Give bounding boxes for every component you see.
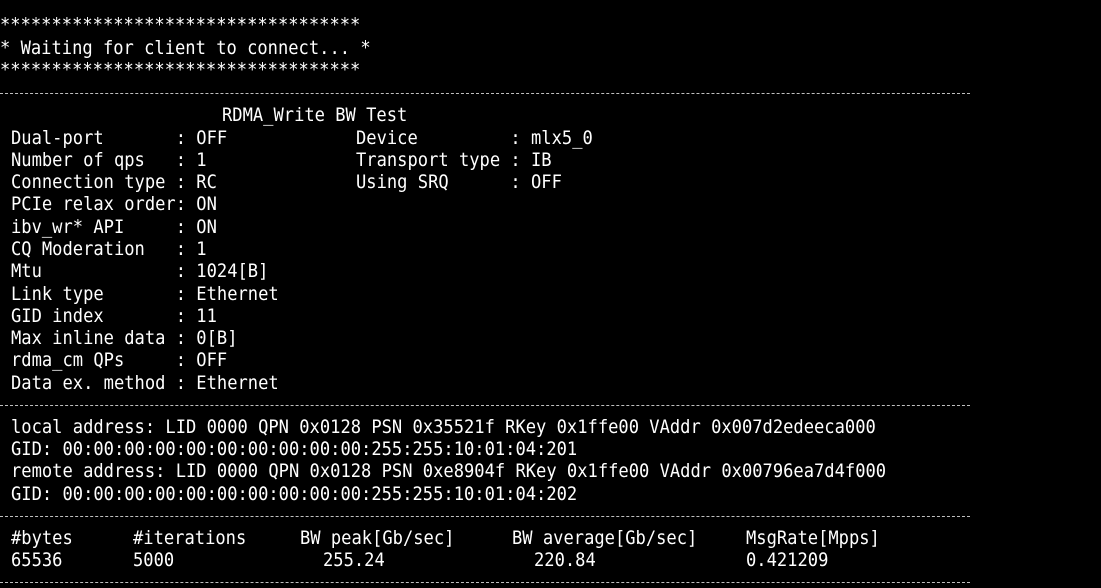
param-line: Mtu : 1024[B] (11, 260, 269, 282)
param-line: rdma_cm QPs : OFF (11, 349, 228, 371)
results-value: 255.24 (323, 549, 385, 571)
param-line: Data ex. method : Ethernet (11, 372, 279, 394)
param-line: Dual-port : OFF (11, 127, 228, 149)
separator-line (0, 582, 970, 583)
param-line: ibv_wr* API : ON (11, 216, 217, 238)
results-value: 5000 (133, 549, 175, 571)
banner-line: * Waiting for client to connect... * (0, 37, 371, 59)
separator-line (0, 405, 970, 406)
param-line: PCIe relax order: ON (11, 193, 217, 215)
banner-line: *********************************** (0, 14, 361, 36)
param-line: Connection type : RC (11, 171, 217, 193)
results-header: #bytes (11, 527, 73, 549)
test-title: RDMA_Write BW Test (222, 104, 408, 126)
terminal-window[interactable]: *********************************** * Wa… (0, 0, 1101, 588)
results-header: MsgRate[Mpps] (746, 527, 880, 549)
results-header: BW average[Gb/sec] (512, 527, 698, 549)
separator-line (0, 516, 970, 517)
results-header: BW peak[Gb/sec] (300, 527, 455, 549)
param-line: Device : mlx5_0 (356, 127, 593, 149)
param-line: CQ Moderation : 1 (11, 238, 207, 260)
results-header: #iterations (133, 527, 247, 549)
address-line: remote address: LID 0000 QPN 0x0128 PSN … (11, 460, 887, 482)
param-line: GID index : 11 (11, 305, 217, 327)
address-line: local address: LID 0000 QPN 0x0128 PSN 0… (11, 416, 876, 438)
param-line: Max inline data : 0[B] (11, 327, 238, 349)
separator-line (0, 93, 970, 94)
address-line: GID: 00:00:00:00:00:00:00:00:00:00:255:2… (11, 483, 578, 505)
results-value: 0.421209 (746, 549, 829, 571)
address-line: GID: 00:00:00:00:00:00:00:00:00:00:255:2… (11, 438, 578, 460)
param-line: Using SRQ : OFF (356, 171, 562, 193)
param-line: Link type : Ethernet (11, 283, 279, 305)
banner-line: *********************************** (0, 59, 361, 81)
results-value: 220.84 (534, 549, 596, 571)
param-line: Transport type : IB (356, 149, 552, 171)
param-line: Number of qps : 1 (11, 149, 207, 171)
results-value: 65536 (11, 549, 63, 571)
